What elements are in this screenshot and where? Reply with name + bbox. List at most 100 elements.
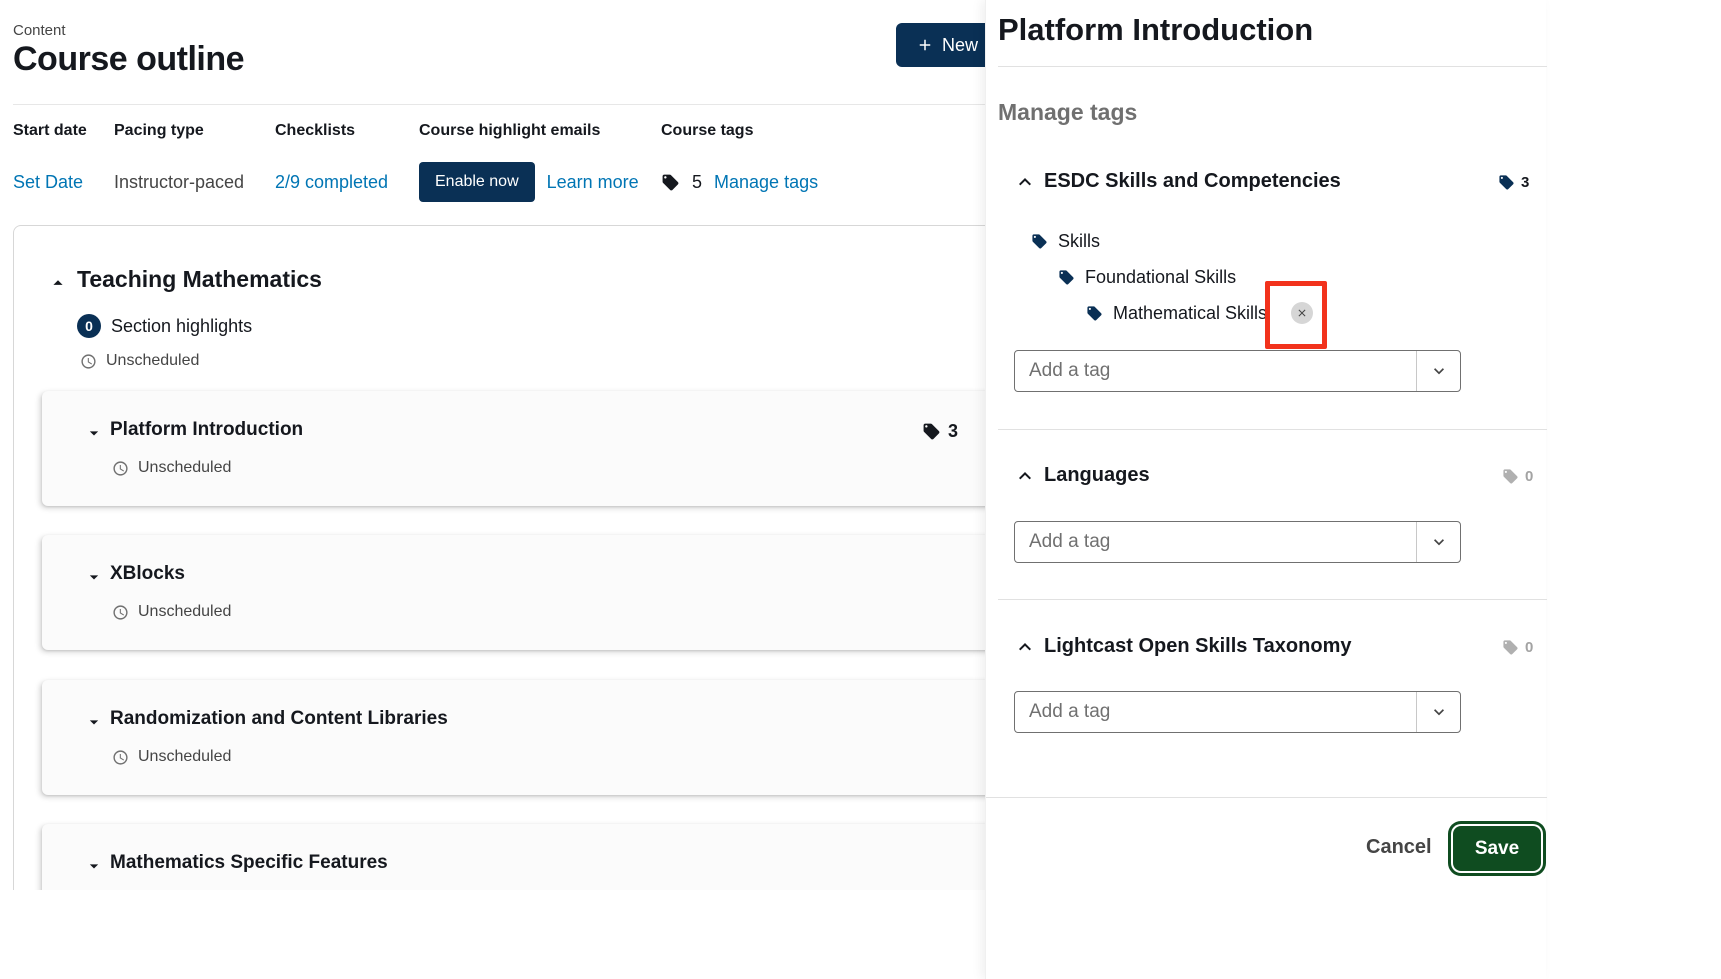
save-button[interactable]: Save — [1453, 826, 1541, 871]
drawer-title: Platform Introduction — [998, 12, 1313, 48]
add-tag-dropdown-button[interactable] — [1416, 351, 1460, 391]
breadcrumb-content: Content — [13, 22, 66, 39]
tag-icon — [661, 173, 680, 192]
course-tags-count: 5 — [692, 172, 702, 193]
checklists-label: Checklists — [275, 122, 388, 140]
pacing-type-value: Instructor-paced — [114, 172, 244, 193]
meta-checklists: Checklists 2/9 completed — [275, 122, 388, 202]
meta-course-tags: Course tags 5 Manage tags — [661, 122, 818, 202]
add-tag-dropdown-button[interactable] — [1416, 522, 1460, 562]
subsection-expand-toggle[interactable] — [84, 567, 104, 587]
subsection-expand-toggle[interactable] — [84, 712, 104, 732]
highlight-emails-label: Course highlight emails — [419, 122, 639, 140]
subsection-title: Platform Introduction — [110, 419, 303, 441]
subsection-schedule: Unscheduled — [112, 603, 231, 621]
clock-icon — [112, 460, 129, 477]
manage-tags-heading: Manage tags — [998, 99, 1137, 126]
add-tag-input[interactable] — [1015, 351, 1416, 391]
subsection-schedule-label: Unscheduled — [138, 748, 231, 766]
taxonomy-collapse-toggle[interactable] — [1013, 464, 1037, 488]
header-divider — [13, 104, 1060, 105]
start-date-label: Start date — [13, 122, 87, 140]
taxonomy-tag-count-value: 0 — [1525, 639, 1533, 656]
taxonomy-tag-count-value: 3 — [1521, 174, 1529, 191]
add-tag-combobox[interactable] — [1014, 350, 1461, 392]
highlights-count-badge: 0 — [77, 314, 101, 338]
meta-highlight-emails: Course highlight emails Enable now Learn… — [419, 122, 639, 202]
meta-pacing-type: Pacing type Instructor-paced — [114, 122, 244, 202]
tag-icon — [1086, 305, 1103, 322]
clock-icon — [80, 353, 97, 370]
clock-icon — [112, 604, 129, 621]
manage-tags-link[interactable]: Manage tags — [714, 172, 818, 193]
remove-tag-button[interactable] — [1291, 302, 1313, 324]
add-tag-dropdown-button[interactable] — [1416, 692, 1460, 732]
course-outline-page: Content Course outline New Start date Se… — [0, 0, 1060, 890]
new-button[interactable]: New — [896, 23, 998, 67]
subsection-expand-toggle[interactable] — [84, 856, 104, 876]
section-title: Teaching Mathematics — [77, 266, 322, 293]
chevron-down-icon — [1429, 702, 1449, 722]
learn-more-link[interactable]: Learn more — [547, 172, 639, 193]
subsection-card-randomization[interactable]: Randomization and Content Libraries Unsc… — [42, 680, 1027, 795]
subsection-schedule: Unscheduled — [112, 459, 231, 477]
section-highlights-button[interactable]: 0 Section highlights — [77, 314, 252, 338]
subsection-card-xblocks[interactable]: XBlocks Unscheduled — [42, 535, 1027, 650]
chevron-down-icon — [1429, 532, 1449, 552]
applied-tag-label: Foundational Skills — [1085, 267, 1236, 288]
subsection-title: XBlocks — [110, 563, 185, 585]
subsection-title: Mathematics Specific Features — [110, 852, 388, 874]
page-title: Course outline — [13, 40, 244, 79]
add-tag-combobox[interactable] — [1014, 691, 1461, 733]
taxonomy-divider — [998, 599, 1547, 600]
taxonomy-tag-count-value: 0 — [1525, 468, 1533, 485]
cancel-button[interactable]: Cancel — [1358, 832, 1440, 863]
pacing-type-label: Pacing type — [114, 122, 244, 140]
subsection-schedule-label: Unscheduled — [138, 459, 231, 477]
add-tag-input[interactable] — [1015, 522, 1416, 562]
subsection-expand-toggle[interactable] — [84, 423, 104, 443]
plus-icon — [916, 36, 934, 54]
section-schedule-label: Unscheduled — [106, 352, 199, 370]
tag-icon — [1058, 269, 1075, 286]
enable-now-button[interactable]: Enable now — [419, 162, 535, 202]
applied-tag-row: Skills — [1031, 227, 1100, 255]
clock-icon — [112, 749, 129, 766]
tag-icon — [1502, 639, 1519, 656]
taxonomy-name: ESDC Skills and Competencies — [1044, 170, 1341, 193]
applied-tag-row: Foundational Skills — [1058, 263, 1236, 291]
subsection-schedule: Unscheduled — [112, 748, 231, 766]
tag-icon — [1502, 468, 1519, 485]
meta-start-date: Start date Set Date — [13, 122, 87, 202]
subsection-title: Randomization and Content Libraries — [110, 708, 448, 730]
add-tag-input[interactable] — [1015, 692, 1416, 732]
subsection-schedule-label: Unscheduled — [138, 603, 231, 621]
taxonomy-collapse-toggle[interactable] — [1013, 170, 1037, 194]
drawer-title-divider — [998, 66, 1547, 67]
taxonomy-tag-count: 0 — [1502, 468, 1533, 485]
new-button-label: New — [942, 35, 978, 56]
subsection-card-platform-introduction[interactable]: Platform Introduction 3 Unscheduled — [42, 391, 1027, 506]
course-outline-container: Teaching Mathematics 0 Section highlight… — [13, 225, 1043, 890]
chevron-down-icon — [1429, 361, 1449, 381]
course-tags-label: Course tags — [661, 122, 818, 140]
taxonomy-name: Languages — [1044, 464, 1150, 487]
subsection-card-math-features[interactable]: Mathematics Specific Features — [42, 824, 1027, 890]
subsection-tag-count[interactable]: 3 — [922, 421, 958, 442]
section-collapse-toggle[interactable] — [47, 272, 69, 294]
checklists-link[interactable]: 2/9 completed — [275, 172, 388, 193]
tag-icon — [1031, 233, 1048, 250]
subsection-tag-count-value: 3 — [948, 421, 958, 442]
highlights-label: Section highlights — [111, 316, 252, 337]
applied-tag-row: Mathematical Skills — [1086, 299, 1313, 327]
footer-divider — [986, 797, 1547, 798]
taxonomy-collapse-toggle[interactable] — [1013, 635, 1037, 659]
taxonomy-name: Lightcast Open Skills Taxonomy — [1044, 635, 1351, 658]
add-tag-combobox[interactable] — [1014, 521, 1461, 563]
manage-tags-drawer: Platform Introduction Manage tags ESDC S… — [985, 0, 1546, 979]
set-date-link[interactable]: Set Date — [13, 172, 83, 193]
taxonomy-tag-count: 0 — [1502, 639, 1533, 656]
taxonomy-tag-count: 3 — [1498, 174, 1529, 191]
close-icon — [1296, 307, 1308, 319]
tag-icon — [922, 422, 941, 441]
